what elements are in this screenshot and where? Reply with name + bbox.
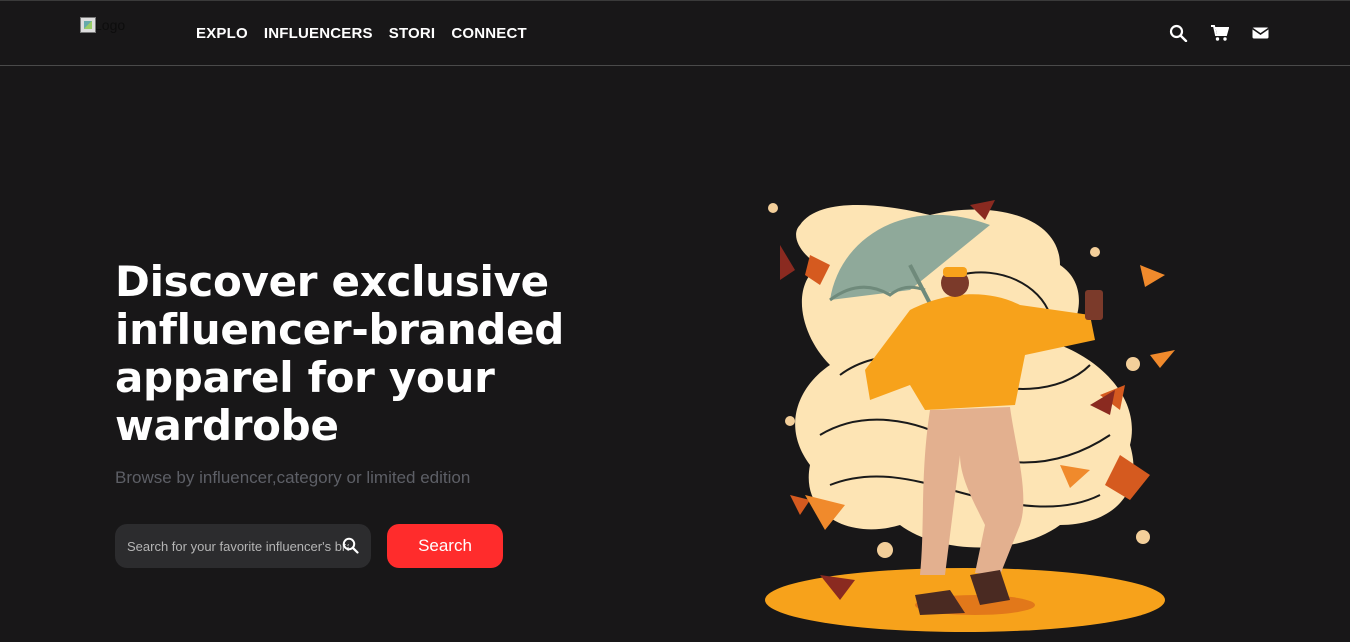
hero-title: Discover exclusive influencer-branded ap…	[115, 257, 565, 450]
hero-illustration	[760, 195, 1205, 642]
nav-link-stori[interactable]: STORI	[389, 25, 436, 42]
nav-link-connect[interactable]: CONNECT	[451, 25, 527, 42]
search-icon[interactable]	[342, 537, 359, 554]
search-icon[interactable]	[1169, 24, 1188, 43]
cart-icon[interactable]	[1210, 24, 1230, 42]
search-bar	[115, 524, 371, 568]
logo[interactable]: Logo	[80, 17, 125, 33]
hero-subtitle: Browse by influencer,category or limited…	[115, 468, 471, 487]
top-navbar: Logo EXPLO INFLUENCERS STORI CONNECT	[0, 0, 1350, 66]
mail-icon[interactable]	[1251, 24, 1270, 42]
nav-link-influencers[interactable]: INFLUENCERS	[264, 25, 373, 42]
header-icons	[1169, 24, 1270, 43]
search-button[interactable]: Search	[387, 524, 503, 568]
main-nav: EXPLO INFLUENCERS STORI CONNECT	[196, 25, 527, 42]
broken-image-icon	[80, 17, 96, 33]
logo-alt-text: Logo	[94, 17, 126, 33]
nav-link-explo[interactable]: EXPLO	[196, 25, 248, 42]
search-input[interactable]	[127, 538, 349, 554]
